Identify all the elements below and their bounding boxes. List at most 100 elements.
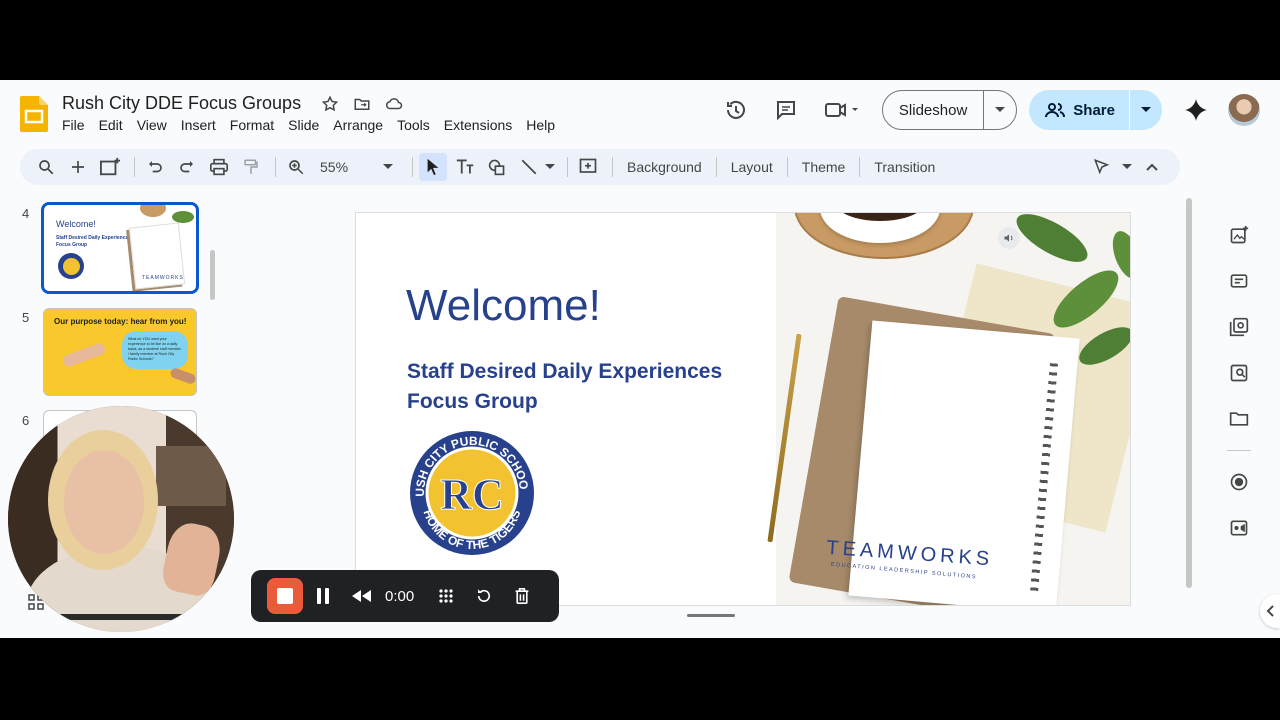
text-box-icon[interactable]: [451, 153, 479, 181]
insert-image-icon[interactable]: [1221, 212, 1257, 258]
menu-edit[interactable]: Edit: [92, 117, 130, 133]
menu-tools[interactable]: Tools: [390, 117, 437, 133]
slide-number-5: 5: [22, 310, 30, 325]
drag-handle-icon[interactable]: [428, 578, 464, 614]
slides-logo[interactable]: [20, 96, 48, 132]
stop-recording-button[interactable]: [267, 578, 303, 614]
leaf: [1009, 213, 1095, 271]
thumb-title: Our purpose today: hear from you!: [54, 317, 187, 326]
slideshow-button-group: Slideshow: [881, 90, 1018, 130]
share-label: Share: [1073, 101, 1115, 119]
gold-pen: [767, 333, 802, 543]
desk-photo: TEAMWORKS EDUCATION LEADERSHIP SOLUTIONS: [767, 213, 1130, 605]
zoom-level[interactable]: 55%: [314, 159, 374, 175]
canvas-scrollbar[interactable]: [1186, 198, 1192, 588]
menu-format[interactable]: Format: [223, 117, 281, 133]
menu-bar: File Edit View Insert Format Slide Arran…: [62, 117, 562, 133]
pen-tool-icon[interactable]: [1088, 153, 1116, 181]
slide-subtitle-line-1: Staff Desired Daily Experiences: [407, 360, 723, 383]
line-dropdown-icon[interactable]: [543, 153, 557, 181]
photos-icon[interactable]: [1221, 304, 1257, 350]
thumb-brand: TEAMWORKS: [142, 275, 184, 281]
shape-icon[interactable]: [483, 153, 511, 181]
zoom-dropdown-icon[interactable]: [374, 153, 402, 181]
new-slide-icon[interactable]: [64, 153, 92, 181]
video-recording-icon[interactable]: [1221, 505, 1257, 551]
recording-timer: 0:00: [385, 587, 415, 605]
school-seal-logo[interactable]: RUSH CITY PUBLIC SCHOOLS HOME OF THE TIG…: [408, 429, 536, 557]
menu-view[interactable]: View: [130, 117, 174, 133]
sweater-stripe: [32, 614, 212, 620]
theme-button[interactable]: Theme: [794, 159, 854, 175]
slide-number-4: 4: [22, 206, 30, 221]
recording-controls: 0:00: [251, 570, 559, 622]
transition-button[interactable]: Transition: [866, 159, 943, 175]
menu-extensions[interactable]: Extensions: [437, 117, 519, 133]
filmstrip-scrollbar[interactable]: [210, 250, 215, 300]
thumb-seal: [58, 253, 84, 279]
people-icon: [1045, 103, 1066, 118]
star-icon[interactable]: [320, 94, 340, 114]
slide-title[interactable]: Welcome!: [406, 281, 601, 331]
slideshow-button[interactable]: Slideshow: [883, 91, 985, 129]
delete-icon[interactable]: [504, 578, 540, 614]
seal-initials: RC: [440, 470, 504, 519]
drive-folder-icon[interactable]: [1221, 396, 1257, 442]
bookshelf: [156, 446, 226, 506]
insert-comment-icon[interactable]: [574, 153, 602, 181]
pause-icon[interactable]: [305, 578, 341, 614]
redo-icon[interactable]: [173, 153, 201, 181]
slide-thumbnail-4[interactable]: Welcome! Staff Desired Daily Experiences…: [41, 202, 199, 294]
rewind-icon[interactable]: [343, 578, 379, 614]
speaker-notes-handle[interactable]: [687, 614, 735, 617]
thumb-hand-left: [61, 341, 107, 369]
paint-format-icon[interactable]: [237, 153, 265, 181]
thumb-title: Welcome!: [56, 219, 96, 229]
menu-arrange[interactable]: Arrange: [326, 117, 390, 133]
undo-icon[interactable]: [141, 153, 169, 181]
record-icon[interactable]: [1221, 459, 1257, 505]
keep-icon[interactable]: [1221, 258, 1257, 304]
thumb-subtitle: Staff Desired Daily Experiences Focus Gr…: [56, 235, 132, 248]
pen-dropdown-icon[interactable]: [1120, 153, 1134, 181]
menu-slide[interactable]: Slide: [281, 117, 326, 133]
menu-file[interactable]: File: [62, 117, 92, 133]
restart-icon[interactable]: [466, 578, 502, 614]
slide-subtitle[interactable]: Staff Desired Daily Experiences Focus Gr…: [407, 357, 767, 417]
line-icon[interactable]: [515, 153, 543, 181]
comments-icon[interactable]: [768, 92, 804, 128]
thumb-speech-bubble: What do YOU want your experience to be l…: [122, 331, 188, 369]
gemini-icon[interactable]: [1178, 92, 1214, 128]
select-tool-icon[interactable]: [419, 153, 447, 181]
background-button[interactable]: Background: [619, 159, 710, 175]
thumb-hand-right: [169, 366, 196, 386]
account-avatar[interactable]: [1228, 94, 1260, 126]
menu-help[interactable]: Help: [519, 117, 562, 133]
share-dropdown[interactable]: [1130, 90, 1162, 130]
slide-thumbnail-5[interactable]: Our purpose today: hear from you! What d…: [43, 308, 197, 396]
image-search-icon[interactable]: [1221, 350, 1257, 396]
toolbar: 55% Background Layout Theme Transition: [20, 149, 1180, 185]
slideshow-dropdown[interactable]: [984, 91, 1016, 129]
move-folder-icon[interactable]: [352, 94, 372, 114]
person-face: [64, 450, 144, 554]
audio-icon[interactable]: [998, 227, 1020, 249]
cloud-saved-icon[interactable]: [384, 94, 404, 114]
menu-insert[interactable]: Insert: [174, 117, 223, 133]
webcam-bubble[interactable]: [8, 406, 234, 632]
side-panel: [1216, 212, 1262, 551]
slide-canvas[interactable]: Welcome! Staff Desired Daily Experiences…: [355, 212, 1131, 606]
zoom-icon[interactable]: [282, 153, 310, 181]
print-icon[interactable]: [205, 153, 233, 181]
version-history-icon[interactable]: [718, 92, 754, 128]
new-slide-layout-icon[interactable]: [96, 153, 124, 181]
meet-icon[interactable]: [818, 92, 868, 128]
side-panel-toggle[interactable]: [1260, 594, 1280, 628]
document-title[interactable]: Rush City DDE Focus Groups: [62, 93, 301, 114]
collapse-toolbar-icon[interactable]: [1138, 153, 1166, 181]
slide-subtitle-line-2: Focus Group: [407, 390, 538, 413]
layout-button[interactable]: Layout: [723, 159, 781, 175]
share-button[interactable]: Share: [1029, 90, 1130, 130]
thumb-leaf: [172, 211, 194, 223]
search-menus-icon[interactable]: [32, 153, 60, 181]
